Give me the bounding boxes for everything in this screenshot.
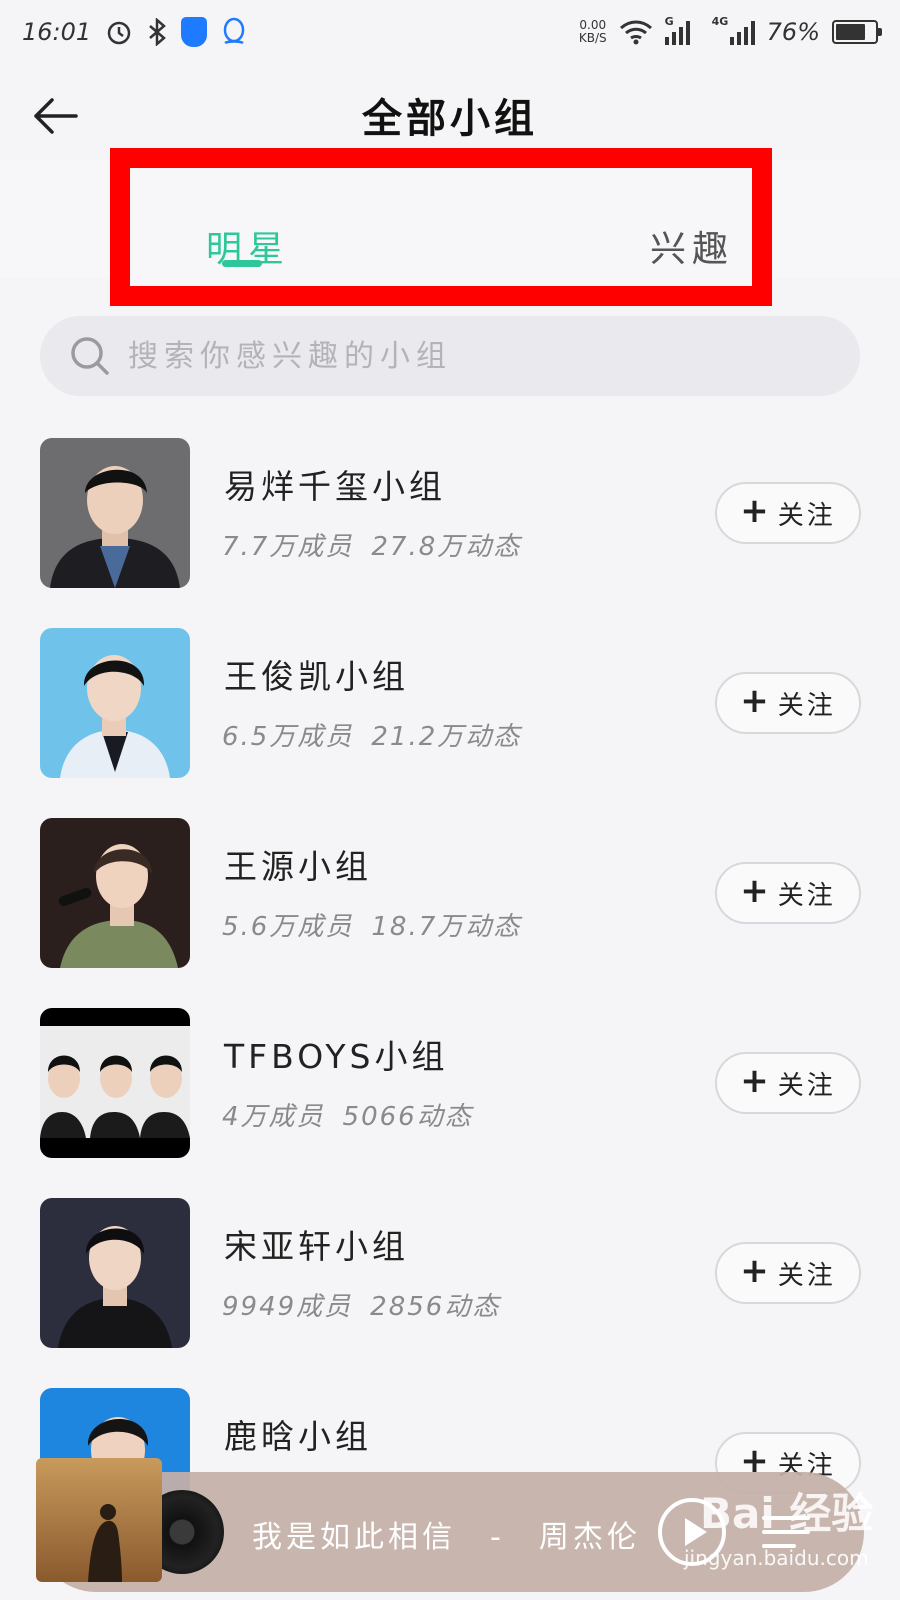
signal-4g-icon: 4G bbox=[712, 15, 755, 45]
avatar bbox=[40, 1198, 190, 1348]
group-stats: 7.7万成员 27.8万动态 bbox=[222, 532, 522, 562]
plus-icon: + bbox=[740, 871, 772, 911]
plus-icon: + bbox=[740, 681, 772, 721]
avatar bbox=[40, 438, 190, 588]
group-stats: 5.6万成员 18.7万动态 bbox=[222, 912, 522, 942]
list-item[interactable]: 宋亚轩小组 9949成员 2856动态 + 关注 bbox=[0, 1190, 900, 1380]
list-item[interactable]: 王源小组 5.6万成员 18.7万动态 + 关注 bbox=[0, 810, 900, 1000]
watermark-url: jingyan.baidu.com bbox=[684, 1546, 869, 1570]
highlight-box: 明星 兴趣 bbox=[110, 148, 772, 306]
plus-icon: + bbox=[740, 1251, 772, 1291]
net-speed: 0.00 KB/S bbox=[578, 18, 607, 45]
bluetooth-icon bbox=[149, 18, 167, 46]
avatar bbox=[40, 818, 190, 968]
wifi-icon bbox=[619, 20, 652, 45]
active-tab-indicator bbox=[222, 260, 262, 267]
group-stats: 4万成员 5066动态 bbox=[222, 1102, 473, 1132]
follow-button[interactable]: + 关注 bbox=[715, 1052, 861, 1114]
search-icon bbox=[71, 337, 109, 375]
search-input[interactable] bbox=[128, 338, 728, 374]
header: 全部小组 bbox=[0, 70, 900, 160]
list-item[interactable]: 易烊千玺小组 7.7万成员 27.8万动态 + 关注 bbox=[0, 430, 900, 620]
battery-percent: 76% bbox=[766, 18, 820, 46]
plus-icon: + bbox=[740, 1061, 772, 1101]
follow-button[interactable]: + 关注 bbox=[715, 1242, 861, 1304]
avatar bbox=[40, 628, 190, 778]
list-item[interactable]: TFBOYS小组 4万成员 5066动态 + 关注 bbox=[0, 1000, 900, 1190]
group-stats: 6.5万成员 21.2万动态 bbox=[222, 722, 522, 752]
follow-button[interactable]: + 关注 bbox=[715, 482, 861, 544]
follow-button[interactable]: + 关注 bbox=[715, 672, 861, 734]
plus-icon: + bbox=[740, 491, 772, 531]
group-stats: 9949成员 2856动态 bbox=[222, 1292, 501, 1322]
tab-interests[interactable]: 兴趣 bbox=[650, 220, 734, 272]
group-list: 易烊千玺小组 7.7万成员 27.8万动态 + 关注 王俊凯小组 6.5万成员 21.… bbox=[0, 430, 900, 1570]
status-time: 16:01 bbox=[22, 18, 92, 46]
page-title: 全部小组 bbox=[362, 96, 538, 142]
group-name: 王源小组 bbox=[224, 847, 372, 886]
battery-icon bbox=[832, 20, 882, 44]
status-bar: 16:01 0.00 KB/S G 4G 76% bbox=[0, 0, 900, 64]
watermark-logo: Bai 经验 bbox=[700, 1489, 874, 1538]
now-playing-title: 我是如此相信 - 周杰伦 bbox=[252, 1520, 641, 1555]
group-name: TFBOYS小组 bbox=[224, 1037, 449, 1076]
group-name: 鹿晗小组 bbox=[224, 1417, 372, 1456]
qq-icon bbox=[223, 17, 245, 45]
back-arrow-icon[interactable] bbox=[30, 90, 82, 142]
list-item[interactable]: 王俊凯小组 6.5万成员 21.2万动态 + 关注 bbox=[0, 620, 900, 810]
group-name: 王俊凯小组 bbox=[224, 657, 409, 696]
group-name: 宋亚轩小组 bbox=[224, 1227, 409, 1266]
follow-button[interactable]: + 关注 bbox=[715, 862, 861, 924]
album-cover[interactable] bbox=[36, 1458, 162, 1582]
avatar bbox=[40, 1008, 190, 1158]
signal-icon: G bbox=[664, 15, 690, 45]
alarm-icon bbox=[107, 21, 131, 45]
search-bar[interactable] bbox=[40, 316, 860, 396]
shield-icon bbox=[181, 17, 208, 47]
group-name: 易烊千玺小组 bbox=[224, 467, 446, 506]
